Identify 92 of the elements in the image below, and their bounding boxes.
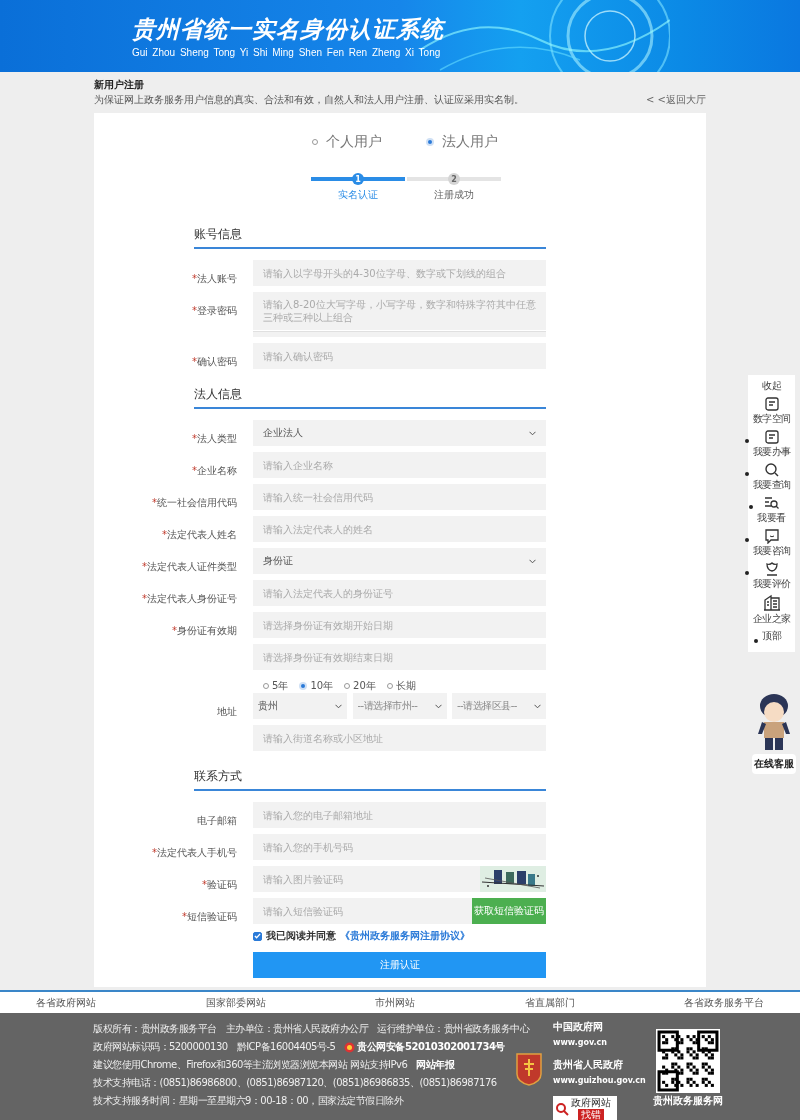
user-type-radio[interactable]: 法人用户 <box>426 133 498 151</box>
field-label: *短信验证码 <box>182 911 237 922</box>
bullet-icon <box>754 639 758 643</box>
page-title: 新用户注册 <box>94 78 145 92</box>
building-icon <box>762 594 781 612</box>
section-heading: 法人信息 <box>194 386 546 409</box>
footer-text: 贵公网安备52010302001734号 <box>357 1040 505 1054</box>
select-field[interactable]: --请选择市州-- <box>352 693 447 719</box>
field-label: 电子邮箱 <box>197 815 237 826</box>
chevron-down-icon <box>534 703 541 709</box>
site-subtitle: Gui Zhou Sheng Tong Yi Shi Ming Shen Fen Ren Zheng Xi Tong <box>132 47 442 58</box>
field-label: *法定代表人手机号 <box>152 847 237 858</box>
chevron-down-icon <box>335 703 342 709</box>
user-type-radio[interactable]: 个人用户 <box>312 133 382 151</box>
field-label: *法定代表人姓名 <box>162 529 237 540</box>
chat-icon <box>763 528 780 544</box>
field-label: *登录密码 <box>192 305 237 316</box>
site-name: 贵州省人民政府 <box>553 1058 624 1072</box>
bullet-icon <box>744 472 749 476</box>
site-name: 中国政府网 <box>553 1020 604 1034</box>
page-description: 为保证网上政务服务用户信息的真实、合法和有效，自然人和法人用户注册、认证应采用实名制。 <box>94 93 524 107</box>
select-field[interactable]: 贵州 <box>253 693 347 719</box>
field-label: *身份证有效期 <box>172 625 237 636</box>
footer-link[interactable]: 各省政府网站 <box>36 995 96 1010</box>
field-label: *企业名称 <box>192 465 237 476</box>
period-radio[interactable]: 10年 <box>299 679 334 693</box>
field-label: *验证码 <box>202 879 237 890</box>
footer-text: 版权所有：贵州政务服务平台 <box>93 1022 217 1036</box>
site-url-link[interactable]: www.gov.cn <box>553 1037 653 1048</box>
bullet-icon <box>744 538 749 542</box>
footer-link[interactable]: 各省政务服务平台 <box>684 995 764 1010</box>
side-menu-item[interactable]: 数字空间 <box>744 396 791 426</box>
period-radio[interactable]: 20年 <box>344 679 376 693</box>
field-label: *统一社会信用代码 <box>152 497 237 508</box>
agreement-link[interactable]: 《贵州政务服务网注册协议》 <box>340 929 470 943</box>
field-label: *法人账号 <box>192 273 237 284</box>
period-radio[interactable]: 长期 <box>386 679 416 693</box>
back-link[interactable]: < <返回大厅 <box>646 93 706 107</box>
field-label: 地址 <box>217 706 237 717</box>
footer-text: 政府网站标识码：5200000130 <box>93 1040 228 1054</box>
note-icon <box>763 396 780 412</box>
side-menu-item[interactable]: 我要评价 <box>744 561 791 591</box>
agreement-checkbox[interactable] <box>253 931 262 941</box>
period-radio[interactable]: 5年 <box>263 679 289 693</box>
side-menu-item[interactable]: 我要咨询 <box>744 528 791 558</box>
side-menu-item[interactable]: 顶部 <box>754 629 781 643</box>
footer-text: 运行维护单位：贵州省政务服务中心 <box>377 1022 529 1036</box>
side-menu-item[interactable]: 我要看 <box>749 495 786 525</box>
submit-button[interactable]: 注册认证 <box>253 952 546 978</box>
note-icon <box>763 429 780 445</box>
select-field[interactable]: --请选择区县-- <box>452 693 546 719</box>
footer-text: 技术支持电话：(0851)86986800、(0851)86987120、(0851)86986835、(0851)86987176 <box>93 1076 497 1090</box>
progress-step: 2 注册成功 <box>407 171 501 202</box>
field-label: *法定代表人证件类型 <box>142 561 237 572</box>
qr-caption: 贵州政务服务网 <box>653 1094 723 1108</box>
chevron-down-icon <box>529 430 536 436</box>
list-search-icon <box>763 495 780 511</box>
footer-link[interactable]: 市州网站 <box>375 995 415 1010</box>
bullet-icon <box>744 439 749 443</box>
shield-emblem-icon <box>515 1052 543 1086</box>
error-report-badge[interactable]: 政府网站 找错 <box>553 1096 617 1120</box>
footer-text: 主办单位：贵州省人民政府办公厅 <box>225 1022 368 1036</box>
search-icon <box>555 1102 569 1116</box>
chevron-down-icon <box>434 703 442 709</box>
site-title: 贵州省统一实名身份认证系统 <box>132 14 444 44</box>
field-label: *确认密码 <box>192 356 237 367</box>
side-menu-item[interactable]: 企业之家 <box>744 594 791 626</box>
progress-step: 1 实名认证 <box>311 171 405 202</box>
section-heading: 联系方式 <box>194 768 546 791</box>
side-menu-item[interactable]: 我要办事 <box>744 429 791 459</box>
footer-text: 黔ICP备16004405号-5 <box>236 1040 336 1054</box>
qr-code-icon <box>656 1029 720 1093</box>
bullet-icon <box>749 505 754 509</box>
field-label: *法定代表人身份证号 <box>142 593 237 604</box>
site-url-link[interactable]: www.guizhou.gov.cn <box>553 1075 653 1086</box>
footer-text: 技术支持服务时间：星期一至星期六9：00-18：00，国家法定节假日除外 <box>93 1094 404 1108</box>
chevron-down-icon <box>529 558 536 564</box>
collapse-link[interactable]: 收起 <box>761 379 782 393</box>
search-icon <box>763 462 780 478</box>
section-heading: 账号信息 <box>194 226 546 249</box>
bullet-icon <box>744 571 749 575</box>
footer-text: 网站年报 <box>416 1058 455 1072</box>
flower-icon <box>763 561 780 577</box>
online-service-button[interactable]: 在线客服 <box>752 754 796 774</box>
field-label: *法人类型 <box>192 433 237 444</box>
select-field[interactable]: 身份证 <box>253 548 546 574</box>
agreement-text: 我已阅读并同意 <box>266 929 336 943</box>
footer-link[interactable]: 国家部委网站 <box>205 995 266 1010</box>
footer-text: 建议您使用Chrome、Firefox和360等主流浏览器浏览本网站 网站支持IPv6 <box>93 1058 408 1072</box>
side-menu-item[interactable]: 我要查询 <box>744 462 791 492</box>
select-field[interactable]: 企业法人 <box>253 420 546 446</box>
footer-link[interactable]: 省直属部门 <box>524 995 575 1010</box>
